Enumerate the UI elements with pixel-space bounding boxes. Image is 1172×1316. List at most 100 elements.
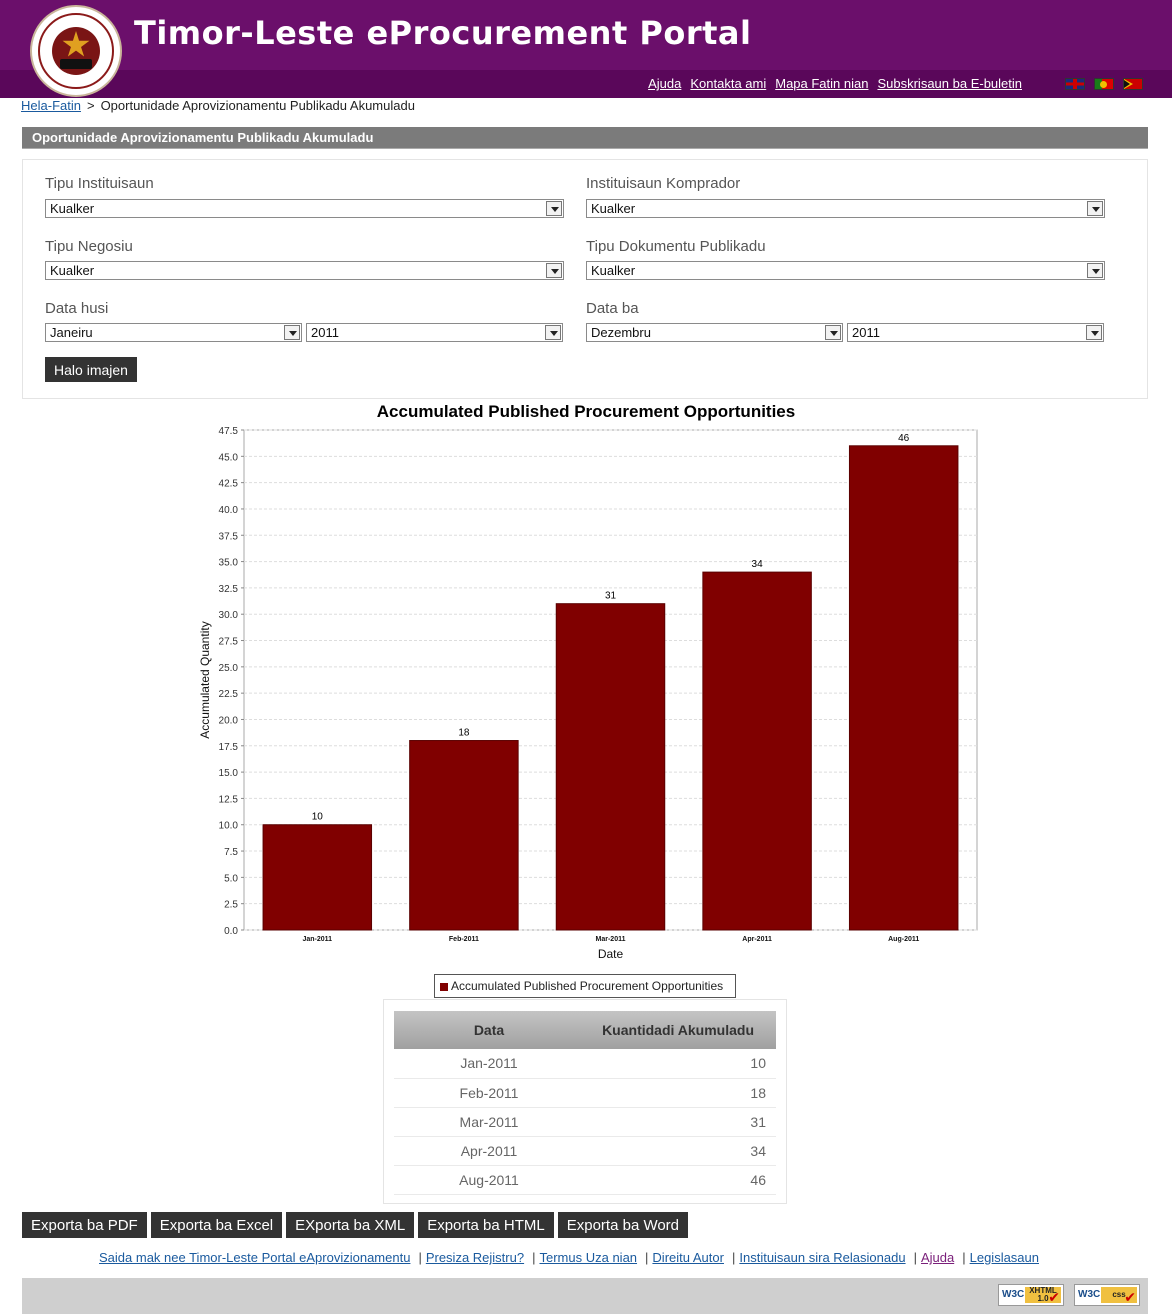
w3c-logo: W3C xyxy=(1002,1289,1025,1300)
data-label: 10 xyxy=(312,812,324,823)
chevron-down-icon[interactable] xyxy=(546,201,562,216)
legend-label: Accumulated Published Procurement Opport… xyxy=(451,979,724,993)
chevron-down-icon[interactable] xyxy=(545,325,561,340)
nav-link-newsletter[interactable]: Subskrisaun ba E-buletin xyxy=(877,76,1022,91)
y-tick-label: 32.5 xyxy=(219,584,239,595)
export-pdf-button[interactable]: Exporta ba PDF xyxy=(22,1212,147,1238)
nav-link-sitemap[interactable]: Mapa Fatin nian xyxy=(775,76,868,91)
table-row: Mar-2011 31 xyxy=(394,1107,776,1137)
export-xml-button[interactable]: EXporta ba XML xyxy=(286,1212,415,1238)
top-nav-links: Ajuda Kontakta ami Mapa Fatin nian Subsk… xyxy=(648,76,1022,91)
site-title: Timor-Leste eProcurement Portal xyxy=(134,14,752,52)
chevron-down-icon[interactable] xyxy=(1086,325,1102,340)
y-tick-label: 20.0 xyxy=(219,715,239,726)
date-to-month-select[interactable]: Dezembru xyxy=(586,323,843,342)
export-word-button[interactable]: Exporta ba Word xyxy=(557,1212,689,1238)
cell-date: Feb-2011 xyxy=(394,1078,584,1108)
y-tick-label: 15.0 xyxy=(219,768,239,779)
date-from-month-value: Janeiru xyxy=(50,325,93,340)
legend-swatch xyxy=(440,983,448,991)
y-tick-label: 0.0 xyxy=(224,926,238,937)
chevron-down-icon[interactable] xyxy=(1087,263,1103,278)
w3c-xhtml-badge[interactable]: W3C XHTML 1.0 ✔ xyxy=(998,1284,1064,1306)
uk-flag-icon[interactable] xyxy=(1065,78,1085,90)
data-label: 31 xyxy=(605,591,617,602)
breadcrumb-current: Oportunidade Aprovizionamentu Publikadu … xyxy=(100,98,415,113)
government-seal-logo[interactable] xyxy=(30,5,122,97)
footer-link-about[interactable]: Saida mak nee Timor-Leste Portal eAprovi… xyxy=(99,1250,410,1265)
footer-link-legislation[interactable]: Legislasaun xyxy=(970,1250,1039,1265)
y-tick-label: 27.5 xyxy=(219,637,239,648)
table-row: Aug-2011 46 xyxy=(394,1165,776,1195)
cell-date: Jan-2011 xyxy=(394,1049,584,1079)
y-tick-label: 5.0 xyxy=(224,873,238,884)
footer-links: Saida mak nee Timor-Leste Portal eAprovi… xyxy=(99,1250,1039,1265)
cell-quantity: 34 xyxy=(584,1136,776,1166)
timor-flag-icon[interactable] xyxy=(1123,78,1143,90)
checkmark-icon: ✔ xyxy=(1048,1289,1060,1305)
site-header: Timor-Leste eProcurement Portal Ajuda Ko… xyxy=(0,0,1172,98)
y-tick-label: 17.5 xyxy=(219,742,239,753)
chevron-down-icon[interactable] xyxy=(825,325,841,340)
export-html-button[interactable]: Exporta ba HTML xyxy=(418,1212,554,1238)
table-header-row: Data Kuantidadi Akumuladu xyxy=(394,1011,776,1049)
cell-quantity: 10 xyxy=(584,1049,776,1079)
breadcrumb-home-link[interactable]: Hela-Fatin xyxy=(21,98,81,113)
bar xyxy=(262,824,373,931)
x-tick-label: Apr-2011 xyxy=(742,936,772,943)
x-tick-label: Feb-2011 xyxy=(449,936,479,943)
buyer-institution-select[interactable]: Kualker xyxy=(586,199,1105,218)
y-tick-label: 47.5 xyxy=(219,426,239,437)
y-tick-label: 7.5 xyxy=(224,847,238,858)
footer-link-help[interactable]: Ajuda xyxy=(921,1250,954,1265)
buyer-institution-value: Kualker xyxy=(591,201,636,216)
date-to-label: Data ba xyxy=(586,300,639,317)
business-type-select[interactable]: Kualker xyxy=(45,261,564,280)
data-label: 18 xyxy=(458,728,470,739)
y-tick-label: 40.0 xyxy=(219,505,239,516)
chevron-down-icon[interactable] xyxy=(1087,201,1103,216)
footer-link-terms[interactable]: Termus Uza nian xyxy=(539,1250,637,1265)
portugal-flag-icon[interactable] xyxy=(1094,78,1114,90)
cell-quantity: 18 xyxy=(584,1078,776,1108)
y-tick-label: 2.5 xyxy=(224,900,238,911)
column-header-date: Data xyxy=(394,1011,584,1049)
y-axis-title: Accumulated Quantity xyxy=(198,621,212,738)
breadcrumb: Hela-Fatin > Oportunidade Aprovizionamentu… xyxy=(21,98,415,113)
column-header-quantity: Kuantidadi Akumuladu xyxy=(584,1011,776,1049)
footer-link-register[interactable]: Presiza Rejistru? xyxy=(426,1250,524,1265)
y-tick-label: 22.5 xyxy=(219,689,239,700)
bar xyxy=(702,571,812,931)
footer-link-related[interactable]: Instituisaun sira Relasionadu xyxy=(739,1250,905,1265)
generate-image-button[interactable]: Halo imajen xyxy=(45,357,137,382)
date-to-month-value: Dezembru xyxy=(591,325,651,340)
document-type-select[interactable]: Kualker xyxy=(586,261,1105,280)
institution-type-select[interactable]: Kualker xyxy=(45,199,564,218)
chevron-down-icon[interactable] xyxy=(546,263,562,278)
cell-quantity: 46 xyxy=(584,1165,776,1195)
date-from-month-select[interactable]: Janeiru xyxy=(45,323,302,342)
breadcrumb-separator: > xyxy=(86,98,95,113)
footer-link-copyright[interactable]: Direitu Autor xyxy=(652,1250,724,1265)
nav-link-contact[interactable]: Kontakta ami xyxy=(690,76,766,91)
document-type-value: Kualker xyxy=(591,263,636,278)
y-tick-label: 10.0 xyxy=(219,821,239,832)
institution-type-value: Kualker xyxy=(50,201,95,216)
w3c-css-badge[interactable]: W3C css ✔ xyxy=(1074,1284,1140,1306)
x-tick-label: Mar-2011 xyxy=(596,936,626,943)
y-tick-label: 42.5 xyxy=(219,479,239,490)
data-table-panel: Data Kuantidadi Akumuladu Jan-2011 10 Feb… xyxy=(383,999,787,1204)
bar xyxy=(848,445,959,931)
table-row: Apr-2011 34 xyxy=(394,1136,776,1166)
nav-link-help[interactable]: Ajuda xyxy=(648,76,681,91)
bar xyxy=(555,603,666,931)
date-to-year-select[interactable]: 2011 xyxy=(847,323,1104,342)
business-type-label: Tipu Negosiu xyxy=(45,238,133,255)
chart-legend: Accumulated Published Procurement Opport… xyxy=(434,974,736,998)
table-row: Feb-2011 18 xyxy=(394,1078,776,1108)
y-tick-label: 25.0 xyxy=(219,663,239,674)
export-excel-button[interactable]: Exporta ba Excel xyxy=(150,1212,283,1238)
chevron-down-icon[interactable] xyxy=(284,325,300,340)
date-from-year-select[interactable]: 2011 xyxy=(306,323,563,342)
footer-bar: W3C XHTML 1.0 ✔ W3C css ✔ xyxy=(22,1278,1148,1314)
